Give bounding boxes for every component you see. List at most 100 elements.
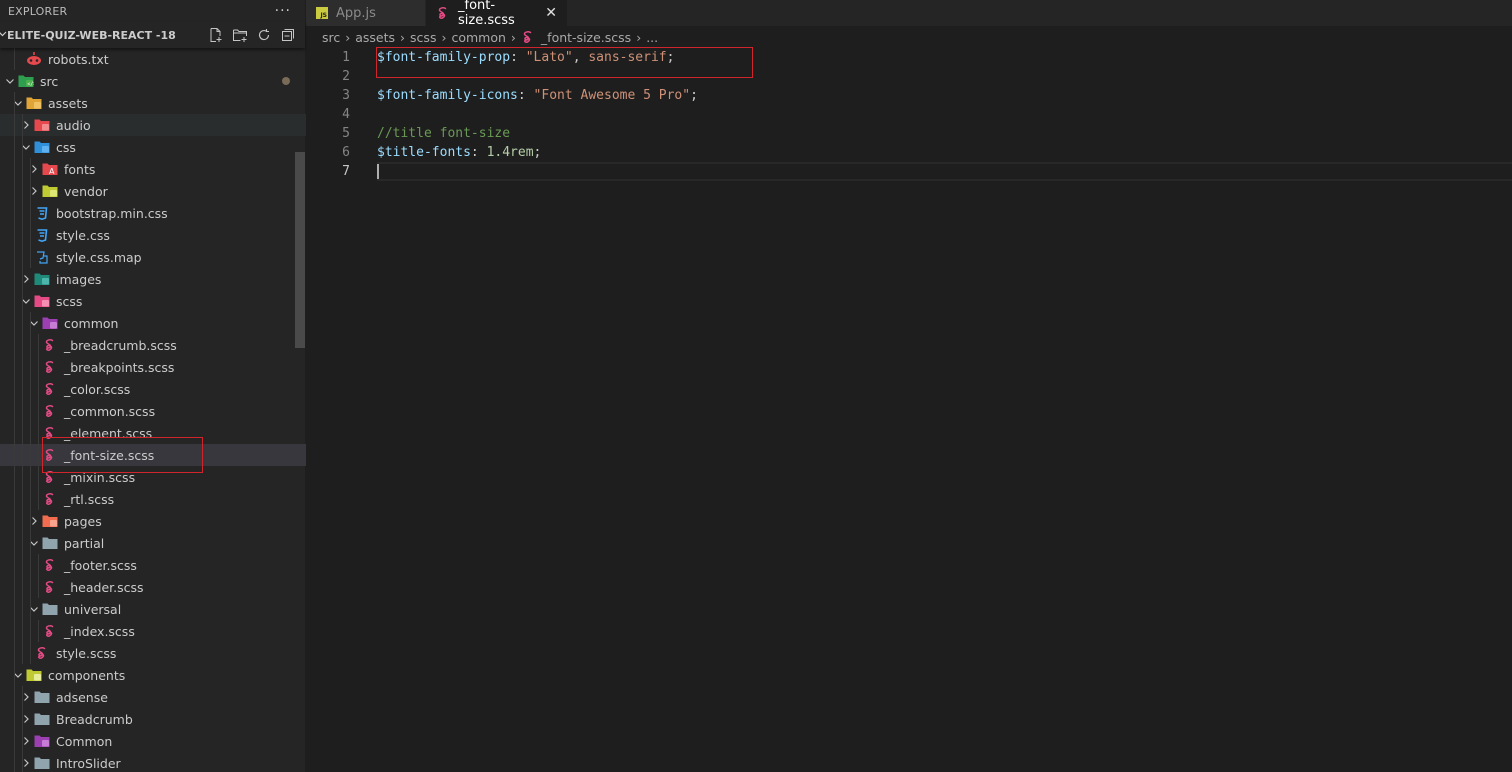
folder-item-common[interactable]: common [0,312,306,334]
indent-guide [14,444,15,466]
file-item-style-css-map[interactable]: style.css.map [0,246,306,268]
css-file-icon [34,227,50,243]
file-item-element-scss[interactable]: _element.scss [0,422,306,444]
folder-item-vendor[interactable]: vendor [0,180,306,202]
code-line[interactable]: 3 $font-family-icons: "Font Awesome 5 Pro… [306,86,1512,105]
project-section-header[interactable]: ELITE-QUIZ-WEB-REACT -18 [0,22,305,48]
indent-guide [30,620,31,642]
breadcrumb-item[interactable]: common [451,30,505,45]
indent-guide [22,466,23,488]
indent-guide [30,598,31,620]
tree-item-label: scss [56,293,83,309]
folder-item-src[interactable]: </> src [0,70,306,92]
chevron-right-icon[interactable] [18,274,34,284]
folder-common-icon [42,315,58,331]
refresh-icon[interactable] [255,26,273,44]
file-item-font-size-scss[interactable]: _font-size.scss [0,444,306,466]
chevron-down-icon[interactable] [18,296,34,306]
chevron-down-icon[interactable] [26,318,42,328]
folder-item-breadcrumb[interactable]: Breadcrumb [0,708,306,730]
file-item-breadcrumb-scss[interactable]: _breadcrumb.scss [0,334,306,356]
folder-audio-icon [34,117,50,133]
indent-guide [22,114,23,136]
file-item-footer-scss[interactable]: _footer.scss [0,554,306,576]
code-line[interactable]: 4 [306,105,1512,124]
chevron-right-icon[interactable] [26,516,42,526]
folder-item-fonts[interactable]: Afonts [0,158,306,180]
tree-item-label: assets [48,95,88,111]
code-line[interactable]: 6 $title-fonts: 1.4rem; [306,143,1512,162]
indent-guide [14,708,15,730]
breadcrumb-item[interactable]: ... [646,30,658,45]
folder-item-introslider[interactable]: IntroSlider [0,752,306,772]
file-item-mixin-scss[interactable]: _mixin.scss [0,466,306,488]
file-item-style-scss[interactable]: style.scss [0,642,306,664]
folder-vendor-icon [42,183,58,199]
chevron-right-icon[interactable] [18,758,34,768]
chevron-down-icon[interactable] [26,604,42,614]
indent-guide [22,290,23,312]
close-icon[interactable]: ✕ [545,5,557,21]
folder-item-universal[interactable]: universal [0,598,306,620]
indent-guide [14,422,15,444]
tree-item-label: style.scss [56,645,117,661]
sass-file-icon [42,447,58,463]
file-item-color-scss[interactable]: _color.scss [0,378,306,400]
folder-item-images[interactable]: images [0,268,306,290]
folder-item-pages[interactable]: pages [0,510,306,532]
tree-item-label: vendor [64,183,108,199]
new-folder-icon[interactable] [231,26,249,44]
new-file-icon[interactable] [207,26,225,44]
indent-guide [14,114,15,136]
file-item-robots-txt[interactable]: robots.txt [0,48,306,70]
file-item-rtl-scss[interactable]: _rtl.scss [0,488,306,510]
more-actions-button[interactable]: ··· [275,3,291,19]
file-item-bootstrap-min-css[interactable]: bootstrap.min.css [0,202,306,224]
chevron-down-icon[interactable] [26,538,42,548]
breadcrumb-item[interactable]: _font-size.scss [541,30,631,45]
sidebar-scrollbar[interactable] [295,152,305,348]
indent-guide [14,48,15,70]
indent-guide [22,378,23,400]
collapse-all-icon[interactable] [279,26,297,44]
tab-app-js[interactable]: JS App.js [306,0,426,26]
chevron-right-icon[interactable] [18,120,34,130]
breadcrumb-item[interactable]: assets [355,30,395,45]
tree-item-label: _common.scss [64,403,156,419]
tab-label: App.js [336,5,376,21]
folder-item-adsense[interactable]: adsense [0,686,306,708]
breadcrumb-item[interactable]: scss [410,30,436,45]
chevron-down-icon[interactable] [18,142,34,152]
file-item-style-css[interactable]: style.css [0,224,306,246]
code-line[interactable]: 7 [306,162,1512,181]
chevron-right-icon[interactable] [18,692,34,702]
chevron-down-icon[interactable] [10,670,26,680]
folder-item-common[interactable]: Common [0,730,306,752]
tab-font-size-scss[interactable]: _font-size.scss ✕ [426,0,568,28]
folder-item-components[interactable]: components [0,664,306,686]
chevron-right-icon[interactable] [18,714,34,724]
folder-item-scss[interactable]: scss [0,290,306,312]
chevron-down-icon[interactable] [10,98,26,108]
folder-common-icon [34,733,50,749]
indent-guide [30,224,31,246]
file-item-header-scss[interactable]: _header.scss [0,576,306,598]
file-item-common-scss[interactable]: _common.scss [0,400,306,422]
file-item-index-scss[interactable]: _index.scss [0,620,306,642]
breadcrumb-item[interactable]: src [322,30,340,45]
code-editor[interactable]: 1 $font-family-prop: "Lato", sans-serif; 2… [306,47,1512,772]
breadcrumb: src › assets › scss › common › _font-siz… [306,26,1512,48]
chevron-right-icon[interactable] [26,186,42,196]
chevron-right-icon[interactable] [26,164,42,174]
indent-guide [22,136,23,158]
folder-item-partial[interactable]: partial [0,532,306,554]
code-line[interactable]: 2 [306,67,1512,86]
folder-item-assets[interactable]: assets [0,92,306,114]
code-line[interactable]: 5 //title font-size [306,124,1512,143]
folder-item-audio[interactable]: audio [0,114,306,136]
chevron-right-icon[interactable] [18,736,34,746]
code-line[interactable]: 1 $font-family-prop: "Lato", sans-serif; [306,48,1512,67]
chevron-down-icon[interactable] [2,76,18,86]
folder-item-css[interactable]: css [0,136,306,158]
file-item-breakpoints-scss[interactable]: _breakpoints.scss [0,356,306,378]
